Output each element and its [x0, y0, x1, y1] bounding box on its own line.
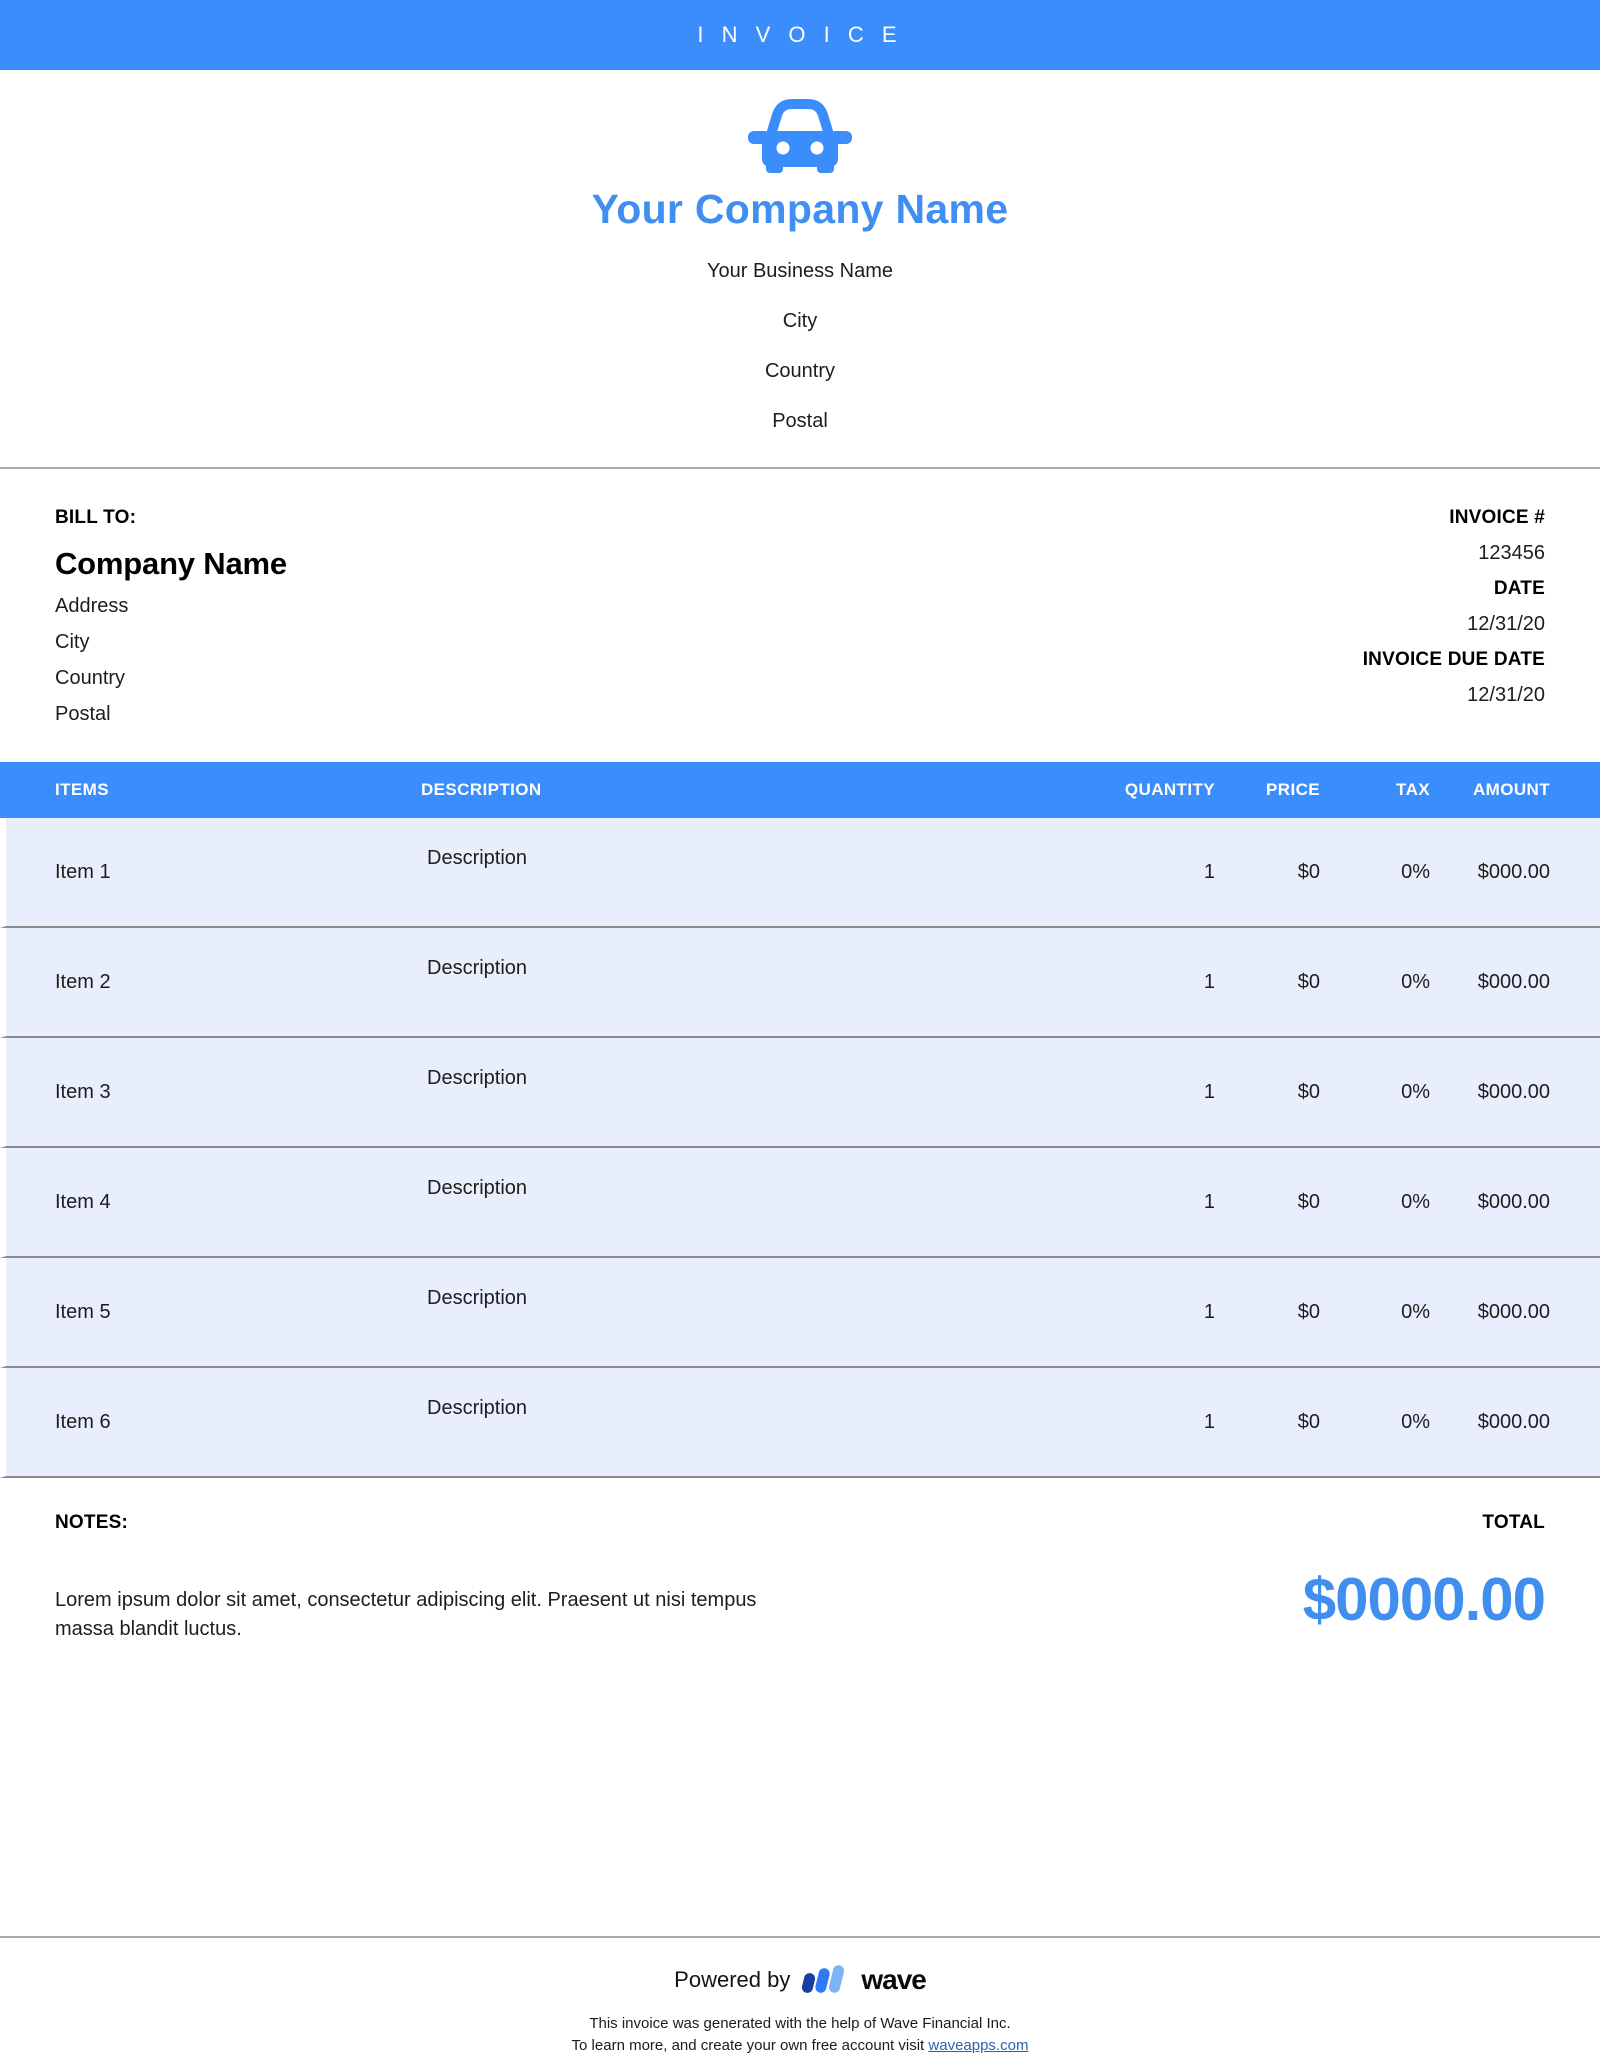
waveapps-link[interactable]: waveapps.com — [928, 2037, 1028, 2054]
row-item-name: Item 1 — [55, 860, 111, 883]
row-item-tax: 0% — [1401, 1190, 1430, 1213]
notes-total-section: NOTES: Lorem ipsum dolor sit amet, conse… — [0, 1478, 1600, 1842]
billing-meta-section: BILL TO: Company Name Address City Count… — [0, 469, 1600, 762]
company-name: Your Company Name — [591, 186, 1009, 232]
row-item-tax: 0% — [1401, 1080, 1430, 1103]
invoice-meta-block: INVOICE # 123456 DATE 12/31/20 INVOICE D… — [1363, 507, 1545, 726]
footer-note-line2: To learn more, and create your own free … — [0, 2035, 1600, 2056]
invoice-date-value: 12/31/20 — [1467, 613, 1545, 635]
footer-note: This invoice was generated with the help… — [0, 2013, 1600, 2056]
row-item-name: Item 5 — [55, 1300, 111, 1323]
row-item-name: Item 3 — [55, 1080, 111, 1103]
row-item-price: $0 — [1297, 860, 1320, 883]
car-icon — [748, 99, 852, 173]
bill-to-postal: Postal — [55, 703, 111, 725]
company-country: Country — [764, 360, 836, 382]
wave-brand[interactable]: wave — [801, 1964, 927, 1996]
company-header: Your Company Name Your Business Name Cit… — [0, 70, 1600, 467]
bill-to-city: City — [55, 631, 90, 653]
row-item-name: Item 6 — [55, 1410, 111, 1433]
company-postal: Postal — [772, 410, 828, 432]
column-header-amount: AMOUNT — [1473, 780, 1550, 799]
row-item-amount: $000.00 — [1477, 1410, 1550, 1433]
table-row[interactable]: Item 2 Description 1 $0 0% $000.00 — [0, 928, 1600, 1038]
company-business-name: Your Business Name — [706, 260, 894, 282]
row-item-price: $0 — [1297, 1190, 1320, 1213]
column-header-tax: TAX — [1396, 780, 1430, 799]
row-item-description: Description — [427, 1066, 528, 1089]
row-item-price: $0 — [1297, 1300, 1320, 1323]
notes-block: NOTES: Lorem ipsum dolor sit amet, conse… — [55, 1512, 885, 1842]
column-header-quantity: QUANTITY — [1124, 780, 1215, 799]
row-item-description: Description — [427, 1176, 528, 1199]
invoice-banner: I N V O I C E — [0, 0, 1600, 70]
column-header-items: ITEMS — [55, 780, 109, 799]
row-item-description: Description — [427, 1396, 528, 1419]
total-label: TOTAL — [1482, 1512, 1545, 1533]
bill-to-address: Address — [55, 595, 129, 617]
total-value: $0000.00 — [1302, 1566, 1546, 1633]
banner-title: I N V O I C E — [697, 22, 903, 47]
row-item-description: Description — [427, 846, 528, 869]
wave-logo-icon — [802, 1965, 845, 1994]
row-item-amount: $000.00 — [1477, 1300, 1550, 1323]
bill-to-country: Country — [55, 667, 126, 689]
bill-to-block: BILL TO: Company Name Address City Count… — [55, 507, 287, 726]
invoice-number-label: INVOICE # — [1449, 507, 1545, 528]
bill-to-label: BILL TO: — [55, 507, 137, 528]
footer-note-line1: This invoice was generated with the help… — [589, 2015, 1011, 2033]
notes-body: Lorem ipsum dolor sit amet, consectetur … — [55, 1589, 757, 1640]
company-city: City — [782, 310, 818, 332]
row-item-amount: $000.00 — [1477, 970, 1550, 993]
row-item-description: Description — [427, 1286, 528, 1309]
row-item-quantity: 1 — [1203, 1190, 1215, 1213]
total-block: TOTAL $0000.00 — [1302, 1512, 1546, 1842]
column-header-price: PRICE — [1266, 780, 1320, 799]
table-row[interactable]: Item 3 Description 1 $0 0% $000.00 — [0, 1038, 1600, 1148]
row-item-name: Item 4 — [55, 1190, 111, 1213]
table-row[interactable]: Item 1 Description 1 $0 0% $000.00 — [0, 818, 1600, 928]
invoice-due-date-value: 12/31/20 — [1467, 684, 1545, 706]
row-item-amount: $000.00 — [1477, 1190, 1550, 1213]
row-item-quantity: 1 — [1203, 1410, 1215, 1433]
row-item-amount: $000.00 — [1477, 1080, 1550, 1103]
notes-label: NOTES: — [55, 1512, 128, 1533]
table-row[interactable]: Item 5 Description 1 $0 0% $000.00 — [0, 1258, 1600, 1368]
row-item-quantity: 1 — [1203, 1300, 1215, 1323]
powered-by-row: Powered by wave — [0, 1964, 1600, 1996]
row-item-quantity: 1 — [1203, 1080, 1215, 1103]
line-items-table: ITEMS DESCRIPTION QUANTITY PRICE TAX AMO… — [0, 762, 1600, 1478]
row-item-description: Description — [427, 956, 528, 979]
row-item-tax: 0% — [1401, 860, 1430, 883]
row-item-tax: 0% — [1401, 970, 1430, 993]
table-header-row: ITEMS DESCRIPTION QUANTITY PRICE TAX AMO… — [0, 762, 1600, 818]
invoice-number-value: 123456 — [1478, 542, 1545, 564]
invoice-due-date-label: INVOICE DUE DATE — [1362, 649, 1545, 670]
column-header-description: DESCRIPTION — [421, 780, 542, 799]
company-logo — [0, 98, 1600, 176]
row-item-name: Item 2 — [55, 970, 111, 993]
row-item-price: $0 — [1297, 970, 1320, 993]
bill-to-company: Company Name — [55, 546, 287, 581]
row-item-quantity: 1 — [1203, 970, 1215, 993]
row-item-amount: $000.00 — [1477, 860, 1550, 883]
invoice-footer: Powered by wave This invoice was generat… — [0, 1938, 1600, 2070]
footer-note-line2-prefix: To learn more, and create your own free … — [571, 2036, 929, 2054]
powered-by-label: Powered by — [674, 1967, 791, 1993]
row-item-price: $0 — [1297, 1410, 1320, 1433]
row-item-quantity: 1 — [1203, 860, 1215, 883]
table-row[interactable]: Item 4 Description 1 $0 0% $000.00 — [0, 1148, 1600, 1258]
invoice-page: I N V O I C E Your Company Name Your Bus… — [0, 0, 1600, 2070]
table-row[interactable]: Item 6 Description 1 $0 0% $000.00 — [0, 1368, 1600, 1478]
wave-wordmark: wave — [861, 1964, 926, 1996]
invoice-date-label: DATE — [1493, 578, 1545, 599]
row-item-tax: 0% — [1401, 1300, 1430, 1323]
row-item-tax: 0% — [1401, 1410, 1430, 1433]
row-item-price: $0 — [1297, 1080, 1320, 1103]
